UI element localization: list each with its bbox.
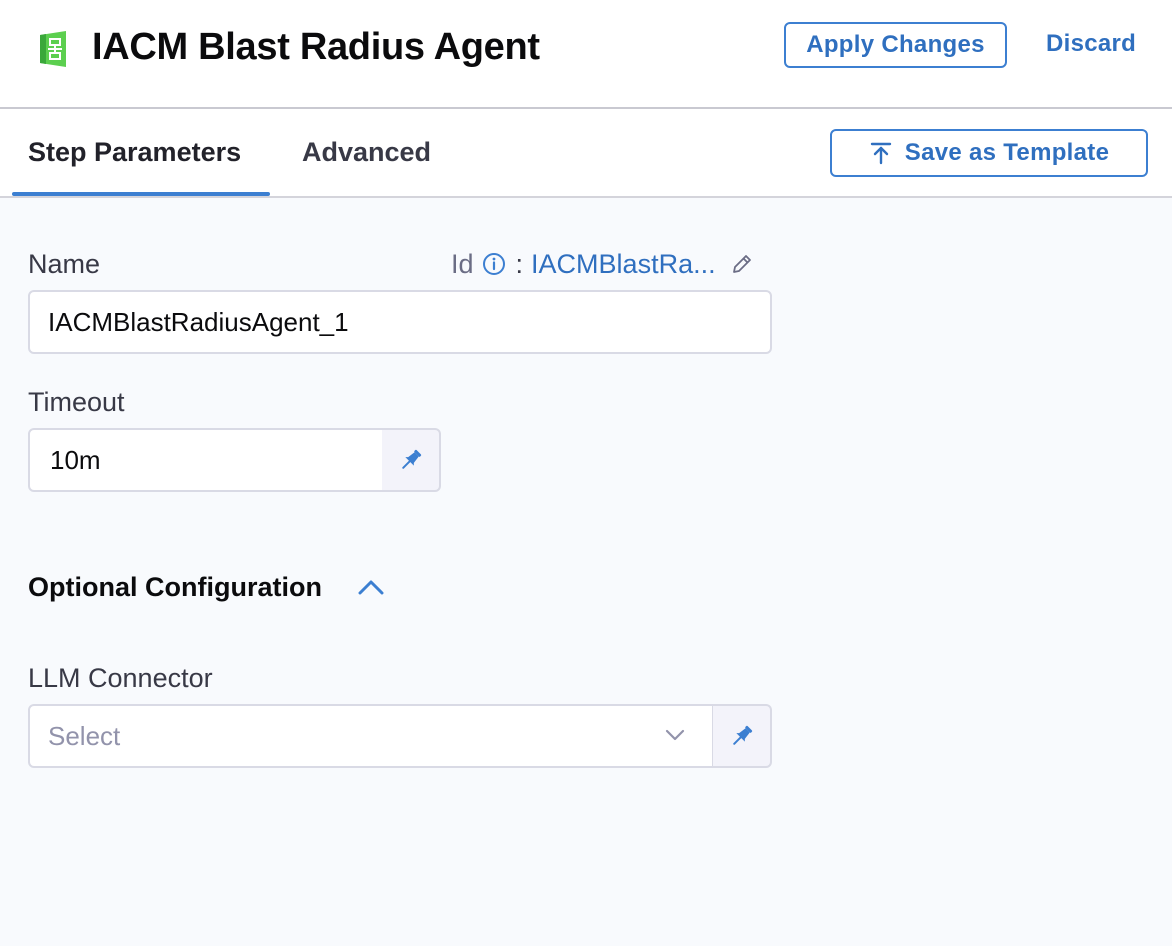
id-separator: : <box>515 248 524 279</box>
tab-step-parameters[interactable]: Step Parameters <box>28 137 241 168</box>
timeout-input-value: 10m <box>50 444 101 475</box>
llm-connector-placeholder: Select <box>48 720 121 751</box>
name-input[interactable]: IACMBlastRadiusAgent_1 <box>28 290 772 354</box>
llm-connector-select[interactable]: Select <box>28 704 714 768</box>
name-input-value: IACMBlastRadiusAgent_1 <box>48 306 349 337</box>
id-row: Id : IACMBlastRa... <box>451 249 754 279</box>
id-label: Id <box>451 248 474 279</box>
page-title: IACM Blast Radius Agent <box>92 26 540 68</box>
pin-icon <box>732 725 752 745</box>
timeout-input[interactable]: 10m <box>28 428 384 492</box>
timeout-pin-button[interactable] <box>382 428 441 492</box>
llm-connector-label: LLM Connector <box>28 663 213 693</box>
tab-advanced[interactable]: Advanced <box>302 137 431 168</box>
iacm-agent-icon <box>40 31 66 67</box>
tab-bar: Step Parameters Advanced Save as Templat… <box>0 109 1172 198</box>
chevron-up-icon[interactable] <box>357 576 385 598</box>
pin-icon <box>401 449 421 469</box>
header: IACM Blast Radius Agent Apply Changes Di… <box>0 0 1172 109</box>
discard-button[interactable]: Discard <box>1046 30 1136 58</box>
apply-changes-button[interactable]: Apply Changes <box>784 22 1007 68</box>
llm-connector-pin-button[interactable] <box>713 704 772 768</box>
save-as-template-label: Save as Template <box>904 139 1110 166</box>
optional-configuration-heading[interactable]: Optional Configuration <box>28 572 322 603</box>
active-tab-indicator <box>12 192 270 196</box>
timeout-label: Timeout <box>28 387 125 417</box>
save-as-template-button[interactable]: Save as Template <box>830 129 1148 177</box>
id-value: IACMBlastRa... <box>531 248 716 279</box>
chevron-down-icon[interactable] <box>664 726 686 744</box>
name-label: Name <box>28 249 101 279</box>
edit-pencil-icon[interactable] <box>730 252 754 276</box>
upload-icon <box>870 142 891 165</box>
info-icon[interactable] <box>482 252 506 276</box>
